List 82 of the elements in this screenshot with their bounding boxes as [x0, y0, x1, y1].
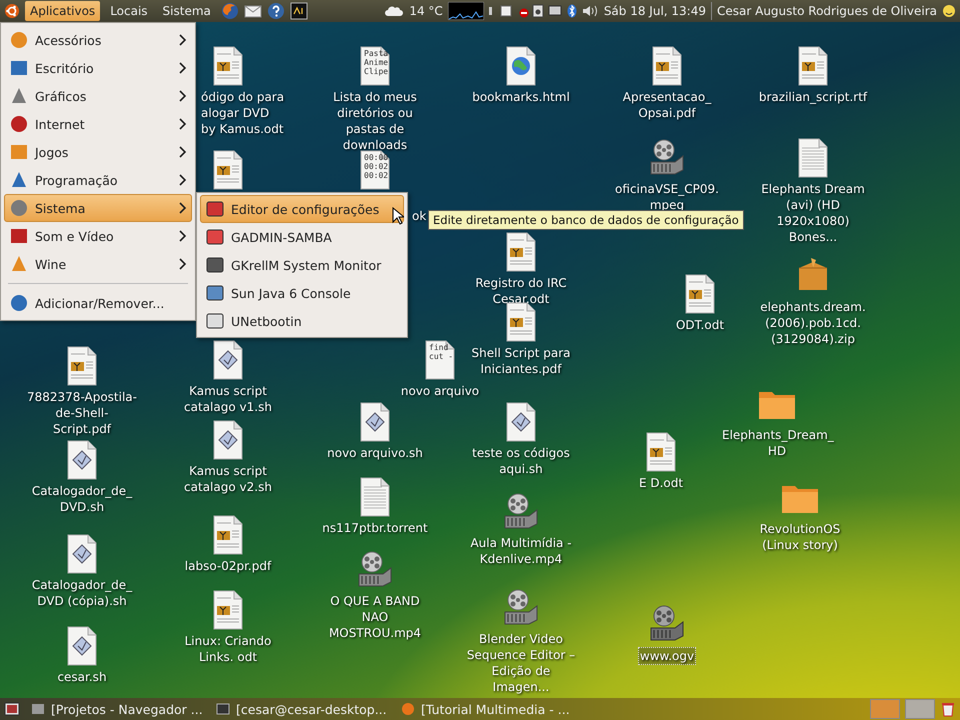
file-label[interactable]: Catalogador_de_ DVD.sh: [26, 483, 138, 515]
file-preview-text: find cut -: [429, 343, 454, 361]
panel-menu[interactable]: Sistema: [158, 1, 216, 21]
chevron-right-icon: [179, 230, 187, 242]
chevron-right-icon: [179, 62, 187, 74]
menu-item[interactable]: Programação: [4, 166, 192, 194]
ubuntu-logo-icon: [4, 3, 20, 19]
menu-item[interactable]: GADMIN-SAMBA: [200, 223, 404, 251]
menu-item[interactable]: Escritório: [4, 54, 192, 82]
taskbar-button[interactable]: [Tutorial Multimedia - ...: [395, 699, 575, 719]
menu-item[interactable]: Sistema: [4, 194, 192, 222]
menu-item[interactable]: Wine: [4, 250, 192, 278]
file-label[interactable]: Aula Multimídia - Kdenlive.mp4: [465, 535, 577, 567]
menu-item[interactable]: Jogos: [4, 138, 192, 166]
file-label[interactable]: novo arquivo: [400, 383, 480, 399]
mouse-pointer-icon: [392, 207, 404, 225]
file-label[interactable]: ódigo do para alogar DVD by Kamus.odt: [200, 89, 288, 137]
file-label[interactable]: elephants.dream. (2006).pob.1cd. (3129084).zip: [757, 299, 869, 347]
menu-item[interactable]: Gráficos: [4, 82, 192, 110]
taskbar-button[interactable]: [cesar@cesar-desktop...: [210, 699, 390, 719]
system-monitor-graph: [448, 2, 484, 20]
menu-item[interactable]: Adicionar/Remover...: [4, 289, 192, 317]
browser-globe-icon[interactable]: [220, 2, 239, 20]
file-label[interactable]: Catalogador_de_ DVD (cópia).sh: [26, 577, 138, 609]
menu-item[interactable]: UNetbootin: [200, 307, 404, 335]
folder-window-icon: [31, 702, 45, 716]
chevron-right-icon: [179, 118, 187, 130]
chevron-right-icon: [179, 34, 187, 46]
help-icon[interactable]: [266, 2, 285, 20]
file-preview-text: 00:00 00:02 00:02: [364, 153, 388, 180]
panel-menu[interactable]: Locais: [105, 1, 153, 21]
show-desktop-icon[interactable]: [4, 701, 20, 717]
file-label[interactable]: Elephants Dream (avi) (HD 1920x1080) Bones...: [757, 181, 869, 245]
file-label[interactable]: Lista do meus diretórios ou pastas de downloads: [319, 89, 431, 153]
file-label[interactable]: teste os códigos aqui.sh: [465, 445, 577, 477]
tooltip: Edite diretamente o banco de dados de configuração: [428, 210, 744, 230]
workspace-switcher-cell[interactable]: [905, 699, 935, 719]
file-label[interactable]: bookmarks.html: [471, 89, 571, 105]
file-label[interactable]: Kamus script catalago v2.sh: [172, 463, 284, 495]
menu-item[interactable]: Internet: [4, 110, 192, 138]
taskbar-button[interactable]: [Projetos - Navegador ...: [25, 699, 205, 719]
chevron-right-icon: [179, 174, 187, 186]
chevron-right-icon: [179, 258, 187, 270]
file-label[interactable]: Kamus script catalago v1.sh: [172, 383, 284, 415]
file-label[interactable]: ODT.odt: [674, 317, 726, 333]
status-icon[interactable]: [942, 4, 956, 18]
menu-item[interactable]: Sun Java 6 Console: [200, 279, 404, 307]
menu-item[interactable]: Som e Vídeo: [4, 222, 192, 250]
chevron-right-icon: [179, 202, 187, 214]
file-label[interactable]: Linux: Criando Links. odt: [172, 633, 284, 665]
tray-icons-drawing[interactable]: [488, 4, 599, 18]
file-label[interactable]: Blender Video Sequence Editor – Edição de Imagen...: [465, 631, 577, 695]
weather-temperature: 14 °C: [409, 4, 443, 18]
file-label[interactable]: O QUE A BAND NAO MOSTROU.mp4: [319, 593, 431, 641]
file-label[interactable]: RevolutionOS (Linux story): [744, 521, 856, 553]
browser-window-icon: [401, 702, 415, 716]
terminal-window-icon: [216, 702, 230, 716]
file-label[interactable]: brazilian_script.rtf: [758, 89, 868, 105]
file-label[interactable]: labso-02pr.pdf: [184, 558, 272, 574]
chevron-right-icon: [179, 146, 187, 158]
file-label[interactable]: E D.odt: [638, 475, 684, 491]
menu-item[interactable]: GKrellM System Monitor: [200, 251, 404, 279]
menu-item[interactable]: Acessórios: [4, 26, 192, 54]
file-label[interactable]: ns117ptbr.torrent: [321, 520, 429, 536]
file-label[interactable]: www.ogv: [638, 647, 696, 665]
file-preview-text: Pasta Anime Clipe: [364, 49, 388, 76]
menu-item[interactable]: Editor de configurações: [200, 195, 404, 223]
file-label[interactable]: ok: [411, 208, 428, 224]
file-label[interactable]: Elephants_Dream_ HD: [721, 427, 833, 459]
chevron-right-icon: [179, 90, 187, 102]
file-label[interactable]: cesar.sh: [56, 669, 108, 685]
panel-menu[interactable]: Aplicativos: [25, 1, 100, 21]
trash-icon[interactable]: [940, 701, 956, 717]
file-label[interactable]: Apresentacao_ Opsai.pdf: [611, 89, 723, 121]
file-label[interactable]: novo arquivo.sh: [326, 445, 424, 461]
cloud-icon: [384, 4, 404, 18]
file-label[interactable]: Registro do IRC Cesar.odt: [465, 275, 577, 307]
clock[interactable]: Sáb 18 Jul, 13:49: [604, 4, 706, 18]
workspace-switcher-cell[interactable]: [870, 699, 900, 719]
file-label[interactable]: Shell Script para Iniciantes.pdf: [465, 345, 577, 377]
user-name[interactable]: Cesar Augusto Rodrigues de Oliveira: [717, 4, 937, 18]
file-label[interactable]: 7882378-Apostila- de-Shell-Script.pdf: [26, 389, 138, 437]
